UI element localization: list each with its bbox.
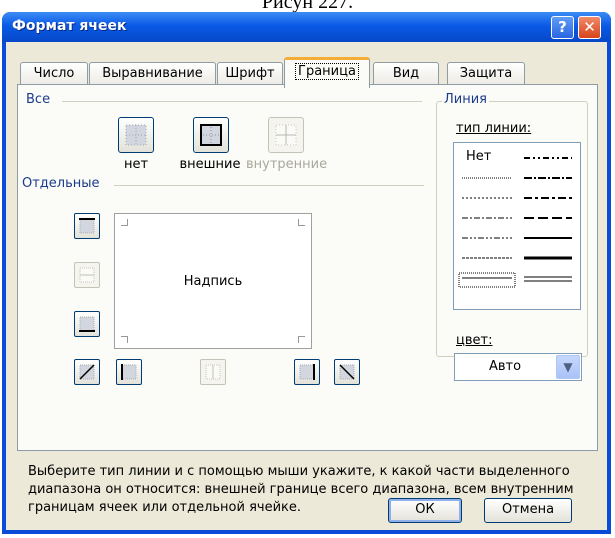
line-style-list[interactable]: Нет bbox=[453, 142, 581, 310]
border-right-icon bbox=[299, 364, 315, 380]
close-button[interactable]: ✕ bbox=[578, 16, 601, 39]
diagonal-down-icon bbox=[339, 364, 355, 380]
preview-corner-tr bbox=[298, 219, 305, 226]
format-cells-dialog: Формат ячеек ? ✕ Число Выравнивание Шриф… bbox=[2, 12, 611, 534]
border-group-line bbox=[114, 185, 424, 186]
border-inside-vertical-button[interactable] bbox=[200, 359, 226, 385]
dialog-client-area: Число Выравнивание Шрифт Граница Вид Защ… bbox=[6, 42, 607, 530]
preset-outline-label: внешние bbox=[179, 157, 241, 172]
preset-inside-button[interactable] bbox=[268, 117, 304, 153]
border-left-icon bbox=[121, 364, 137, 380]
line-color-label: цвет: bbox=[456, 333, 493, 348]
diagonal-up-icon bbox=[79, 364, 95, 380]
line-color-value: Авто bbox=[488, 359, 522, 374]
border-bottom-icon bbox=[79, 316, 95, 332]
border-inside-vertical-icon bbox=[205, 364, 221, 380]
border-preview-area[interactable]: Надпись bbox=[114, 213, 312, 349]
border-group-label: Отдельные bbox=[20, 176, 102, 191]
border-tab-panel: Все нет внешние внутренние Отдельные Над… bbox=[17, 84, 598, 515]
border-inside-horizontal-button[interactable] bbox=[74, 262, 100, 288]
border-inside-horizontal-icon bbox=[79, 267, 95, 283]
title-bar[interactable]: Формат ячеек ? ✕ bbox=[2, 12, 611, 42]
help-button[interactable]: ? bbox=[551, 16, 574, 39]
tab-protection[interactable]: Защита bbox=[447, 62, 525, 85]
border-diagonal-down-button[interactable] bbox=[334, 359, 360, 385]
preset-inside-icon bbox=[275, 124, 297, 146]
preset-outline-button[interactable] bbox=[193, 117, 229, 153]
line-style-label: тип линии: bbox=[456, 121, 532, 136]
tab-alignment[interactable]: Выравнивание bbox=[89, 62, 216, 85]
preset-none-icon bbox=[125, 124, 147, 146]
preset-none-button[interactable] bbox=[118, 117, 154, 153]
preview-corner-tl bbox=[121, 219, 128, 226]
line-color-select[interactable]: Авто ▼ bbox=[454, 353, 582, 381]
tab-border[interactable]: Граница bbox=[284, 57, 370, 88]
cancel-button[interactable]: Отмена bbox=[484, 498, 572, 523]
presets-group-label: Все bbox=[24, 92, 53, 107]
border-right-button[interactable] bbox=[294, 359, 320, 385]
border-diagonal-up-button[interactable] bbox=[74, 359, 100, 385]
preset-outline-icon bbox=[200, 124, 222, 146]
chevron-down-icon[interactable]: ▼ bbox=[556, 355, 580, 379]
preview-corner-bl bbox=[121, 336, 128, 343]
ok-button[interactable]: ОК bbox=[388, 498, 462, 523]
preset-inside-label: внутренние bbox=[246, 157, 328, 172]
border-top-button[interactable] bbox=[74, 213, 100, 239]
tab-border-label: Граница bbox=[295, 63, 359, 80]
preview-text: Надпись bbox=[183, 274, 243, 289]
line-style-samples[interactable] bbox=[454, 143, 580, 309]
line-group-label: Линия bbox=[442, 92, 489, 107]
border-top-icon bbox=[79, 218, 95, 234]
window-title: Формат ячеек bbox=[12, 18, 127, 34]
preset-none-label: нет bbox=[123, 157, 149, 172]
tab-font[interactable]: Шрифт bbox=[217, 62, 283, 85]
preview-corner-br bbox=[298, 336, 305, 343]
presets-group-line bbox=[62, 101, 422, 102]
tab-number[interactable]: Число bbox=[20, 62, 88, 85]
border-left-button[interactable] bbox=[116, 359, 142, 385]
border-bottom-button[interactable] bbox=[74, 311, 100, 337]
tab-patterns[interactable]: Вид bbox=[373, 62, 439, 85]
